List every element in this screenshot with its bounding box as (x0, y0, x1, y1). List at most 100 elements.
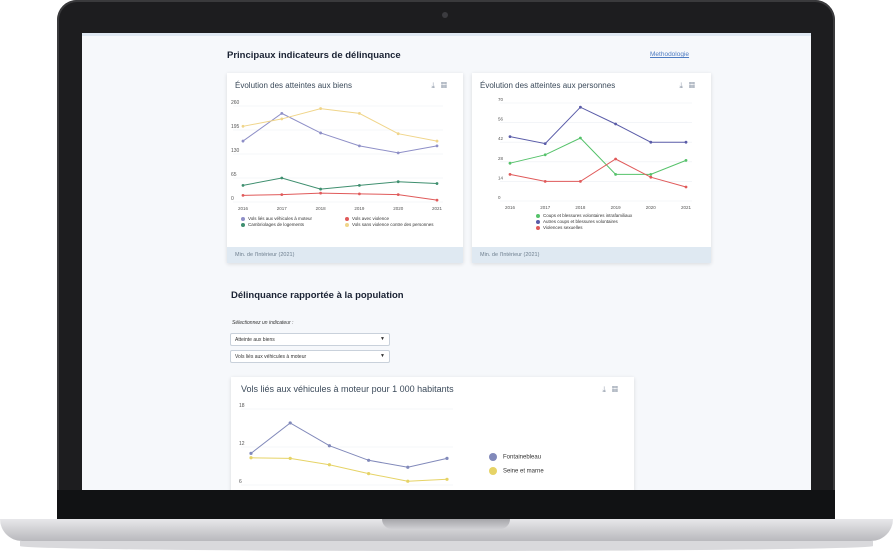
data-point (649, 140, 653, 144)
top-bar (82, 33, 811, 36)
data-point (614, 157, 617, 161)
camera-icon (442, 12, 448, 18)
data-point (543, 142, 547, 145)
y-tick-label: 18 (239, 403, 245, 409)
chart-card-vehicles: Vols liés aux véhicules à moteur pour 1 … (231, 377, 634, 490)
y-tick-label: 28 (498, 156, 504, 161)
data-point (319, 131, 322, 135)
data-point (288, 421, 292, 425)
x-tick-label: 2021 (681, 205, 692, 210)
data-point (684, 159, 688, 162)
data-point (406, 465, 410, 469)
data-point (319, 107, 322, 110)
select-label: Sélectionnez un indicateur : (232, 320, 294, 326)
y-tick-label: 6 (239, 479, 242, 485)
laptop-notch (382, 519, 510, 529)
data-point (288, 456, 292, 460)
x-tick-label: 2019 (611, 205, 622, 210)
chart-persons-svg: 70 56 42 28 14 0 2016 2017 2018 2019 2020 2021 (498, 97, 692, 210)
data-point (435, 198, 439, 202)
legend-item: Cambriolages de logements (241, 222, 304, 227)
legend-item: Autres coups et blessures volontaires (536, 219, 618, 224)
y-tick-label: 260 (231, 100, 240, 106)
y-tick-label: 130 (231, 148, 240, 154)
subindicator-select[interactable]: Vols liés aux véhicules à moteur ▼ (230, 350, 390, 363)
x-tick-label: 2017 (277, 206, 288, 211)
data-point (327, 463, 331, 467)
y-tick-label: 0 (498, 195, 501, 200)
data-point (358, 144, 361, 148)
x-tick-label: 2016 (505, 205, 516, 210)
legend-dot (489, 453, 497, 461)
y-tick-label: 42 (498, 136, 504, 141)
methodology-link[interactable]: Methodologie (650, 51, 689, 58)
data-point (435, 144, 439, 148)
data-point (435, 139, 439, 143)
legend-dot (241, 216, 245, 221)
data-point (579, 136, 582, 140)
series-line (250, 422, 448, 468)
series-line (242, 112, 438, 154)
data-point (249, 451, 253, 455)
data-point (396, 193, 400, 197)
legend-dot (345, 222, 349, 227)
data-point (280, 176, 284, 180)
data-point (358, 192, 361, 196)
legend-item: Vols liés aux véhicules à moteur (241, 216, 312, 221)
data-point (684, 140, 688, 144)
chart-card-property: Évolution des atteintes aux biens ⤓▦ 260… (227, 73, 463, 263)
data-point (445, 477, 449, 481)
x-tick-label: 2021 (432, 206, 443, 211)
legend-dot (536, 219, 540, 224)
chevron-down-icon: ▼ (380, 353, 385, 359)
data-point (649, 173, 653, 176)
chart-legend: Vols liés aux véhicules à moteur Cambrio… (241, 216, 461, 236)
y-tick-label: 0 (231, 196, 234, 202)
legend-dot (345, 216, 349, 221)
x-tick-label: 2016 (238, 206, 249, 211)
y-tick-label: 70 (498, 97, 504, 102)
indicator-select[interactable]: Atteinte aux biens ▼ (230, 333, 390, 346)
x-tick-label: 2018 (575, 205, 586, 210)
data-point (396, 132, 400, 136)
data-point (280, 117, 284, 121)
data-point (579, 105, 582, 109)
x-tick-label: 2020 (393, 206, 404, 211)
data-point (579, 180, 582, 183)
data-point (508, 161, 512, 165)
series-line (242, 177, 438, 190)
data-point (396, 180, 400, 184)
data-point (358, 111, 361, 115)
legend-item: Coups et blessures volontaires intrafami… (536, 213, 632, 218)
legend-dot (536, 225, 540, 230)
legend-item: Seine et marne (489, 467, 544, 475)
series-line (509, 106, 686, 145)
data-point (508, 135, 512, 138)
legend-item: Vols sans violence contre des personnes (345, 222, 434, 227)
chevron-down-icon: ▼ (380, 336, 385, 342)
legend-item: Vols avec violence (345, 216, 389, 221)
legend-dot (489, 467, 497, 475)
legend-item: Fontainebleau (489, 453, 541, 461)
data-point (241, 183, 245, 187)
data-point (406, 479, 410, 483)
x-tick-label: 2018 (316, 206, 327, 211)
data-point (614, 122, 617, 126)
data-point (241, 124, 245, 128)
screen: Principaux indicateurs de délinquance Me… (82, 33, 811, 490)
legend-item: Violences sexuelles (536, 225, 582, 230)
select-value: Vols liés aux véhicules à moteur (235, 354, 307, 360)
data-point (649, 175, 653, 179)
chart-legend: Coups et blessures volontaires intrafami… (536, 213, 706, 233)
x-tick-label: 2019 (354, 206, 365, 211)
data-point (445, 456, 449, 460)
screen-bezel (57, 490, 835, 520)
data-point (367, 472, 371, 476)
data-point (543, 180, 547, 183)
data-point (543, 153, 547, 157)
data-point (280, 193, 284, 197)
y-tick-label: 12 (239, 441, 245, 447)
data-point (319, 187, 322, 191)
data-point (508, 173, 512, 176)
data-point (358, 183, 361, 187)
